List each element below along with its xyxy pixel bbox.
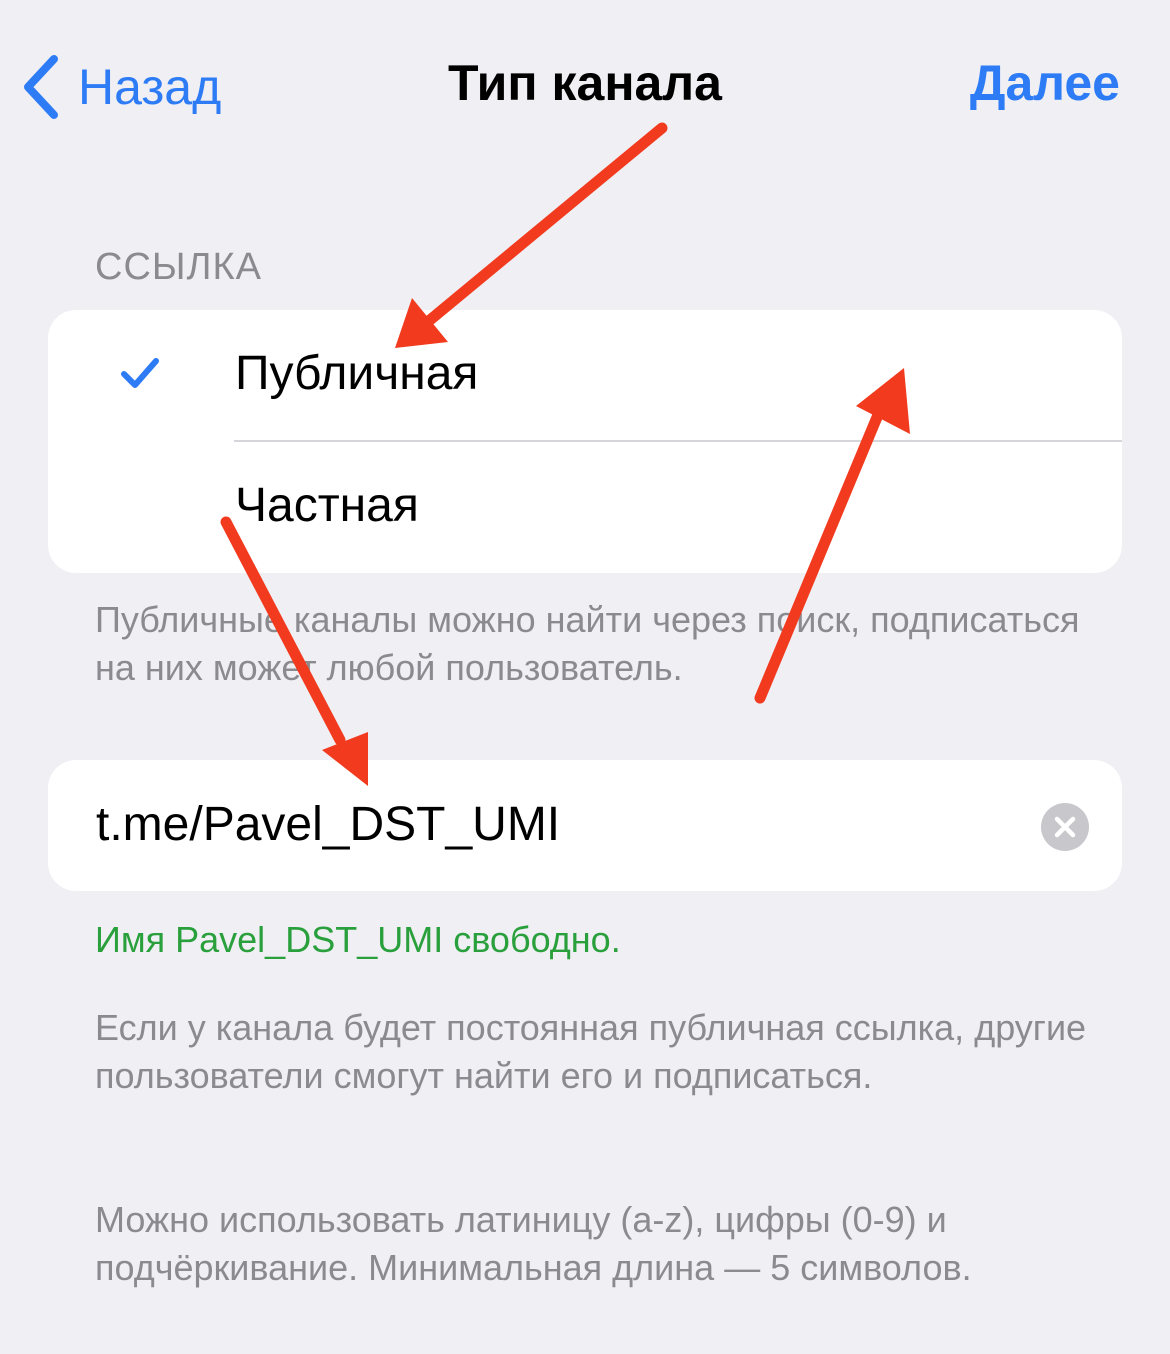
link-input[interactable]: t.me/Pavel_DST_UMI [96, 796, 1036, 854]
link-type-description: Публичные каналы можно найти через поиск… [95, 599, 1080, 688]
option-private[interactable]: Частная [48, 442, 1122, 573]
section-header-link: ССЫЛКА [95, 246, 262, 288]
link-field-card: t.me/Pavel_DST_UMI [48, 760, 1122, 891]
next-button[interactable]: Далее [970, 58, 1120, 108]
clear-circle-icon [1041, 803, 1089, 851]
clear-button[interactable] [1041, 803, 1089, 851]
link-description: Если у канала будет постоянная публичная… [95, 1007, 1087, 1096]
link-type-list: Публичная Частная [48, 310, 1122, 573]
availability-status: Имя Pavel_DST_UMI свободно. [95, 919, 621, 960]
navigation-bar: Назад Тип канала Далее [0, 0, 1170, 170]
option-public[interactable]: Публичная [48, 310, 1122, 442]
checkmark-icon [121, 358, 159, 388]
option-public-label: Публичная [235, 347, 479, 400]
option-private-label: Частная [235, 479, 419, 532]
link-rules-description: Можно использовать латиницу (a-z), цифры… [95, 1199, 972, 1288]
